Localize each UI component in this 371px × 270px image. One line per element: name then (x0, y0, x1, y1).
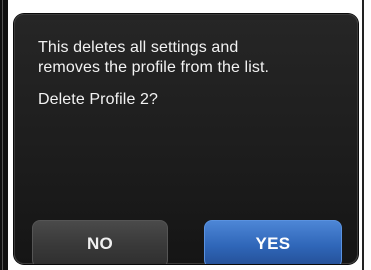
yes-button[interactable]: YES (204, 220, 342, 264)
left-bezel (0, 0, 8, 270)
message-line-2: removes the profile from the list. (38, 59, 270, 76)
screen-frame: This deletes all settings and removes th… (0, 0, 371, 270)
delete-profile-dialog: This deletes all settings and removes th… (14, 14, 358, 264)
dialog-message: This deletes all settings and removes th… (38, 38, 338, 110)
yes-button-label: YES (255, 234, 291, 253)
right-bezel (362, 0, 364, 270)
bezel-line (2, 0, 3, 270)
no-button[interactable]: NO (32, 220, 168, 264)
no-button-label: NO (86, 234, 114, 253)
confirm-question: Delete Profile 2? (38, 91, 158, 108)
message-line-1: This deletes all settings and (38, 39, 239, 56)
